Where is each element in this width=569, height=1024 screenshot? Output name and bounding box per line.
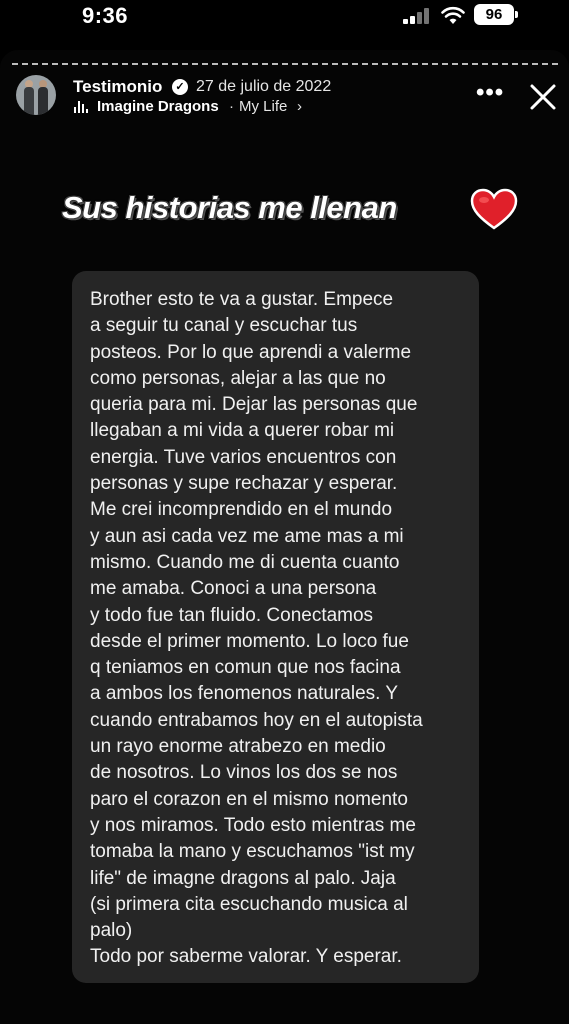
music-separator: · bbox=[229, 98, 234, 115]
more-options-icon[interactable]: ••• bbox=[476, 81, 506, 108]
red-heart-icon bbox=[470, 188, 518, 230]
music-title[interactable]: My Life bbox=[239, 98, 287, 115]
music-bars-icon bbox=[74, 101, 88, 113]
avatar[interactable] bbox=[16, 75, 56, 115]
battery-indicator: 96 bbox=[474, 4, 518, 25]
chevron-right-icon[interactable]: › bbox=[297, 98, 302, 115]
status-bar: 9:36 96 bbox=[0, 0, 569, 44]
story-date: 27 de julio de 2022 bbox=[196, 78, 332, 95]
signal-icon bbox=[403, 8, 433, 24]
story-progress-bar bbox=[12, 63, 558, 68]
status-time: 9:36 bbox=[82, 3, 129, 28]
story-headline: Sus historias me llenan bbox=[62, 190, 397, 225]
message-text: Brother esto te va a gustar. Empece a se… bbox=[90, 289, 423, 968]
verified-badge-icon: ✓ bbox=[172, 79, 188, 95]
story-username[interactable]: Testimonio bbox=[73, 77, 162, 97]
close-icon[interactable] bbox=[528, 82, 558, 112]
wifi-icon bbox=[441, 6, 465, 24]
music-artist[interactable]: Imagine Dragons bbox=[97, 98, 219, 115]
